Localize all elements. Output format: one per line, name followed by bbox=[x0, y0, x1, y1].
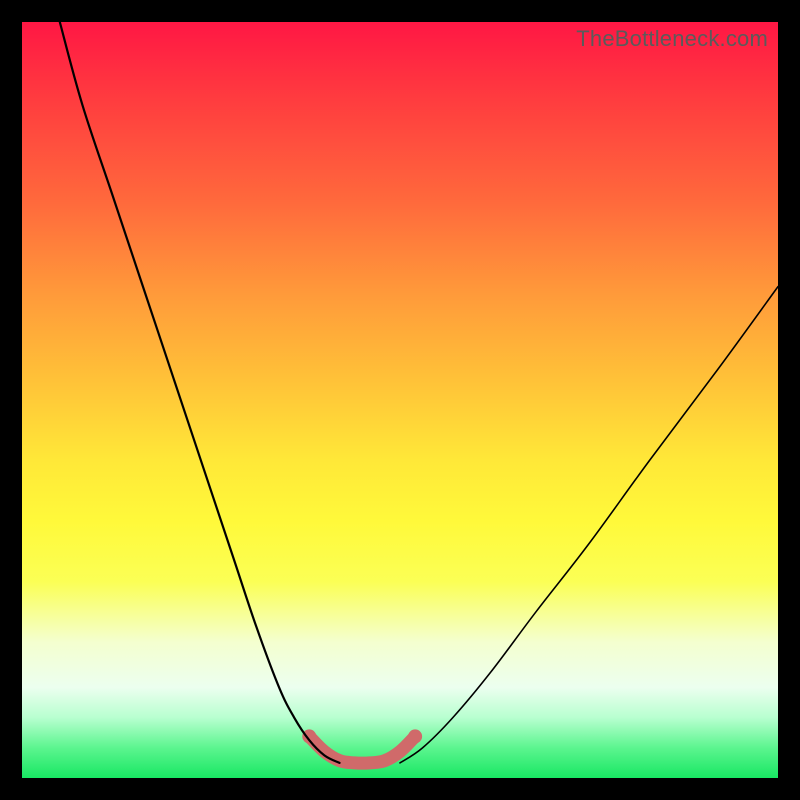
left-curve bbox=[60, 22, 340, 763]
curve-layer bbox=[22, 22, 778, 778]
plot-area: TheBottleneck.com bbox=[22, 22, 778, 778]
right-curve bbox=[400, 287, 778, 763]
chart-frame: TheBottleneck.com bbox=[0, 0, 800, 800]
valley-highlight bbox=[309, 736, 415, 763]
valley-highlight-endpoint bbox=[408, 729, 422, 743]
